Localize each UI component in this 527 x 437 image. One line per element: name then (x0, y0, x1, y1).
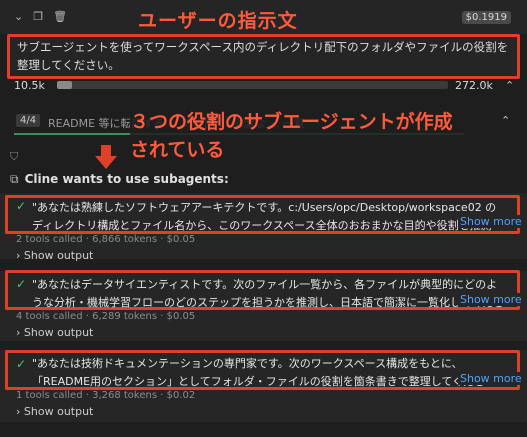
bookmark-icon[interactable]: ⛉ (10, 150, 18, 164)
context-progress-fill (57, 81, 73, 89)
show-output-label-1: Show output (23, 249, 94, 262)
collapse-chevron-icon[interactable]: ⌄ (14, 10, 23, 23)
subagent-meta-2: 4 tools called · 6,289 tokens · $0.05 (16, 311, 196, 322)
show-output-label-3: Show output (23, 405, 94, 418)
show-more-link-1[interactable]: Show more (458, 215, 522, 228)
chevron-up-icon[interactable]: ⌃ (505, 79, 514, 92)
show-more-link-2[interactable]: Show more (458, 293, 522, 306)
show-output-label-2: Show output (23, 326, 94, 339)
subagent-meta-1: 2 tools called · 6,866 tokens · $0.05 (16, 234, 196, 245)
red-arrow-icon (95, 145, 117, 169)
show-output-toggle-1[interactable]: › Show output (16, 249, 93, 262)
show-more-link-3[interactable]: Show more (458, 372, 522, 385)
task-progress-badge: 4/4 (16, 114, 41, 127)
check-icon: ✓ (16, 199, 27, 213)
subagent-prompt-3: "あなたは技術ドキュメンテーションの専門家です。次のワークスペース構成をもとに、… (32, 357, 485, 388)
token-count-right: 272.0k (455, 79, 493, 92)
task-expand-icon[interactable]: ⌃ (501, 114, 510, 127)
top-icons: ⌄ ❐ 🗑 (14, 10, 67, 23)
copy-icon[interactable]: ❐ (33, 10, 43, 23)
cline-subagents-label: Cline wants to use subagents: (24, 172, 229, 186)
user-instruction-text: サブエージェントを使ってワークスペース内のディレクトリ配下のフォルダやファイルの… (17, 40, 509, 72)
annotation-line-1: ３つの役割のサブエージェントが作成 (130, 111, 453, 133)
check-icon: ✓ (16, 277, 27, 291)
subagents-icon: ⧉ (10, 172, 19, 186)
subagent-prompt-2: "あなたはデータサイエンティストです。次のファイル一覧から、各ファイルが典型的に… (32, 278, 504, 309)
show-output-toggle-2[interactable]: › Show output (16, 326, 93, 339)
context-progress-bar (57, 81, 448, 89)
token-count-left: 10.5k (14, 79, 45, 92)
chevron-right-icon: › (16, 249, 21, 262)
chevron-right-icon: › (16, 405, 21, 418)
annotation-line-2: されている (130, 139, 225, 161)
cost-badge: $0.1919 (461, 11, 511, 24)
annotation-title: ユーザーの指示文 (138, 10, 298, 32)
show-output-toggle-3[interactable]: › Show output (16, 405, 93, 418)
trash-icon[interactable]: 🗑 (53, 10, 67, 23)
annotation-subagents: ３つの役割のサブエージェントが作成 されている (130, 108, 500, 164)
subagent-prompt-1: "あなたは熟練したソフトウェアアーキテクトです。c:/Users/opc/Des… (32, 201, 497, 232)
subagent-meta-3: 1 tools called · 3,268 tokens · $0.02 (16, 390, 196, 401)
check-icon: ✓ (16, 357, 27, 371)
cline-subagents-header: ⧉ Cline wants to use subagents: (10, 172, 229, 187)
chevron-right-icon: › (16, 326, 21, 339)
